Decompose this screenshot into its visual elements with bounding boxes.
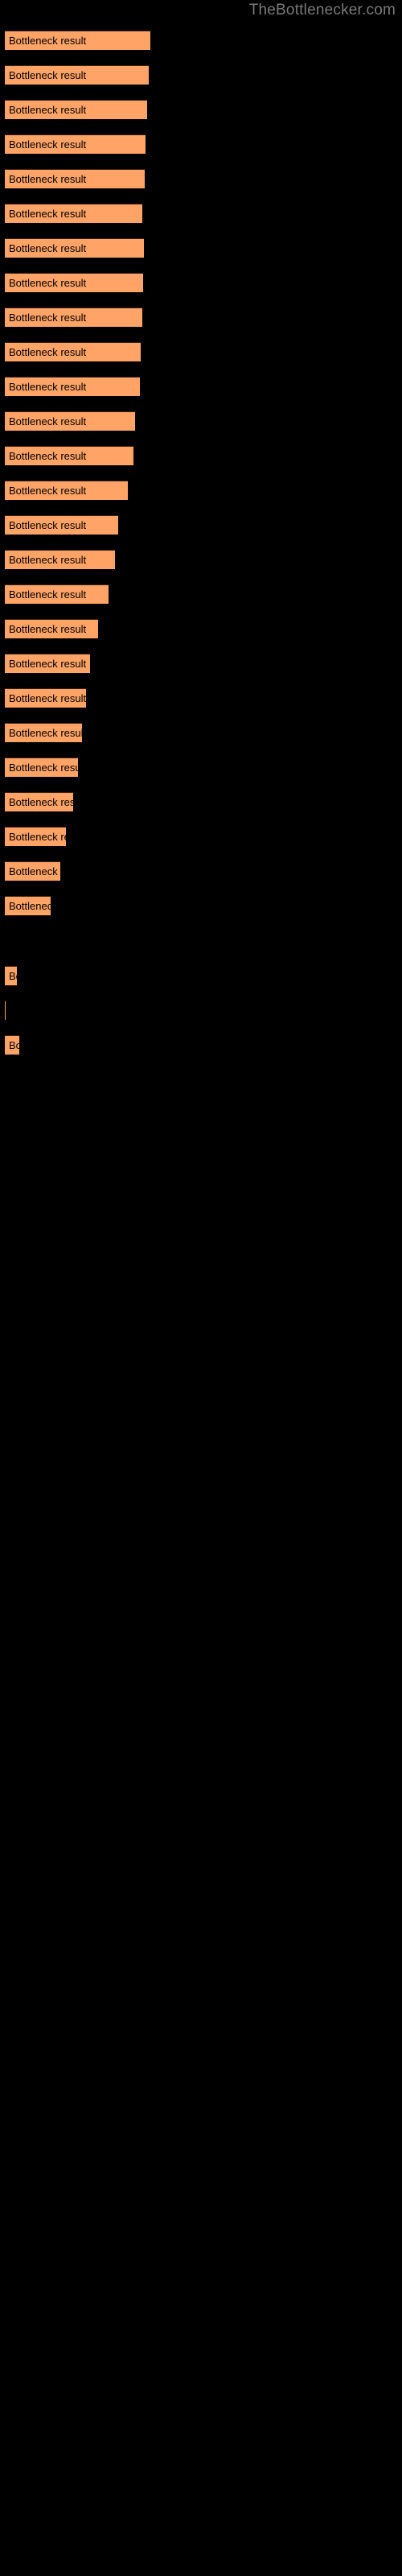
bar-row: Bottleneck result: [0, 861, 402, 881]
bar-label: Bottleneck result: [9, 762, 78, 774]
bar-segment[interactable]: Bottleneck result: [5, 654, 90, 673]
bar-row: Bottleneck result: [0, 238, 402, 258]
bar-segment[interactable]: Bottleneck result: [5, 1035, 19, 1055]
bar-row: Bottleneck result: [0, 134, 402, 154]
bar-segment[interactable]: Bottleneck result: [5, 31, 150, 50]
bar-segment[interactable]: Bottleneck result: [5, 169, 145, 188]
bar-row: Bottleneck result: [0, 619, 402, 638]
bar-segment[interactable]: Bottleneck result: [5, 1001, 6, 1020]
bar-segment[interactable]: Bottleneck result: [5, 688, 86, 708]
bar-segment[interactable]: Bottleneck result: [5, 619, 98, 638]
bar-segment[interactable]: Bottleneck result: [5, 584, 109, 604]
bar-segment[interactable]: Bottleneck result: [5, 896, 51, 915]
bar-segment[interactable]: Bottleneck result: [5, 342, 141, 361]
bar-series-layer: Bottleneck result Bottleneck result Bottle…: [0, 0, 402, 2576]
bar-row: Bottleneck result: [0, 446, 402, 465]
bar-row: Bottleneck result: [0, 169, 402, 188]
bar-segment[interactable]: Bottleneck result: [5, 377, 140, 396]
bar-label: Bottleneck result: [9, 35, 87, 47]
bar-row: Bottleneck result: [0, 411, 402, 431]
bar-label: Bottleneck result: [9, 865, 60, 877]
bar-segment[interactable]: Bottleneck result: [5, 411, 135, 431]
bar-row: Bottleneck result: [0, 758, 402, 777]
bar-segment[interactable]: Bottleneck result: [5, 515, 118, 535]
bar-label: Bottleneck result: [9, 450, 87, 462]
bar-row: Bottleneck result: [0, 1035, 402, 1055]
bar-label: Bottleneck result: [9, 173, 87, 185]
bar-row: Bottleneck result: [0, 342, 402, 361]
bar-label: Bottleneck result: [9, 900, 51, 912]
bar-label: Bottleneck result: [9, 658, 87, 670]
bar-label: Bottleneck result: [9, 242, 87, 254]
bar-row: Bottleneck result: [0, 688, 402, 708]
bar-label: Bottleneck result: [9, 277, 87, 289]
bar-label: Bottleneck result: [9, 346, 87, 358]
bar-label: Bottleneck result: [9, 831, 66, 843]
bar-segment[interactable]: Bottleneck result: [5, 204, 142, 223]
bar-segment[interactable]: Bottleneck result: [5, 308, 142, 327]
bar-row: Bottleneck result: [0, 377, 402, 396]
bar-label: Bottleneck result: [9, 727, 82, 739]
bar-label: Bottleneck result: [9, 519, 87, 531]
bar-segment[interactable]: Bottleneck result: [5, 550, 115, 569]
bar-label: Bottleneck result: [9, 1039, 19, 1051]
bottleneck-chart: TheBottlenecker.com Bottleneck result Bot…: [0, 0, 402, 2576]
bar-row: Bottleneck result: [0, 204, 402, 223]
bar-label: Bottleneck result: [9, 69, 87, 81]
bar-row: Bottleneck result: [0, 481, 402, 500]
bar-label: Bottleneck result: [9, 381, 87, 393]
bar-row: Bottleneck result: [0, 550, 402, 569]
bar-label: Bottleneck result: [9, 554, 87, 566]
bar-segment[interactable]: Bottleneck result: [5, 446, 133, 465]
bar-row: Bottleneck result: [0, 65, 402, 85]
bar-row: Bottleneck result: [0, 654, 402, 673]
bar-label: Bottleneck result: [9, 692, 86, 704]
bar-row: Bottleneck result: [0, 896, 402, 915]
bar-segment[interactable]: Bottleneck result: [5, 100, 147, 119]
bar-segment[interactable]: Bottleneck result: [5, 238, 144, 258]
bar-row: Bottleneck result: [0, 1001, 402, 1020]
bar-row: Bottleneck result: [0, 966, 402, 985]
bar-label: Bottleneck result: [9, 138, 87, 151]
bar-segment[interactable]: Bottleneck result: [5, 758, 78, 777]
bar-row: Bottleneck result: [0, 792, 402, 811]
bar-segment[interactable]: Bottleneck result: [5, 65, 149, 85]
bar-label: Bottleneck result: [9, 796, 73, 808]
bar-label: Bottleneck result: [9, 588, 87, 601]
bar-row: Bottleneck result: [0, 515, 402, 535]
bar-segment[interactable]: Bottleneck result: [5, 723, 82, 742]
bar-row: Bottleneck result: [0, 827, 402, 846]
bar-segment[interactable]: Bottleneck result: [5, 134, 146, 154]
bar-segment[interactable]: Bottleneck result: [5, 792, 73, 811]
bar-label: Bottleneck result: [9, 104, 87, 116]
bar-segment[interactable]: Bottleneck result: [5, 966, 17, 985]
bar-row: Bottleneck result: [0, 723, 402, 742]
bar-row: Bottleneck result: [0, 31, 402, 50]
bar-label: Bottleneck result: [9, 208, 87, 220]
bar-row: Bottleneck result: [0, 584, 402, 604]
bar-label: Bottleneck result: [9, 312, 87, 324]
bar-segment[interactable]: Bottleneck result: [5, 827, 66, 846]
bar-segment[interactable]: Bottleneck result: [5, 481, 128, 500]
bar-segment[interactable]: Bottleneck result: [5, 273, 143, 292]
bar-row: Bottleneck result: [0, 100, 402, 119]
bar-label: Bottleneck result: [9, 485, 87, 497]
bar-label: Bottleneck result: [9, 623, 87, 635]
bar-segment[interactable]: Bottleneck result: [5, 861, 60, 881]
bar-row: Bottleneck result: [0, 273, 402, 292]
bar-label: Bottleneck result: [9, 970, 17, 982]
bar-label: Bottleneck result: [9, 415, 87, 427]
bar-row: Bottleneck result: [0, 308, 402, 327]
